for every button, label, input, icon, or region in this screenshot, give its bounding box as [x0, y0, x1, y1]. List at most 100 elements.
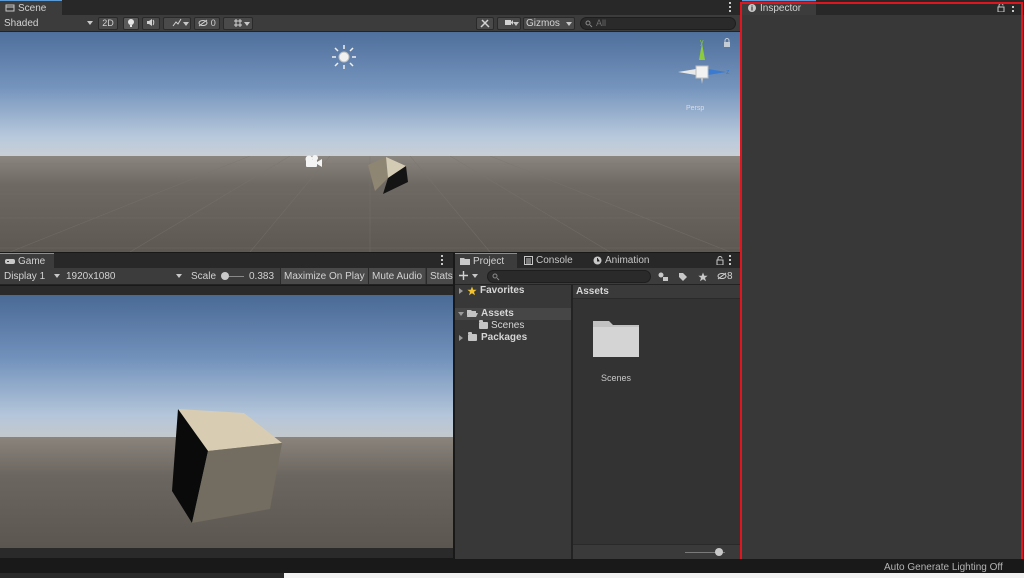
project-footer	[573, 544, 740, 559]
collapse-arrow-icon[interactable]	[458, 312, 464, 316]
effects-icon	[172, 18, 182, 27]
chevron-down-icon	[244, 22, 250, 26]
axis-y-label: y	[700, 39, 704, 46]
lighting-status-text[interactable]: Auto Generate Lighting Off	[884, 562, 1003, 573]
hidden-packages-toggle[interactable]: 8	[717, 268, 733, 285]
search-icon	[492, 273, 500, 281]
tab-project[interactable]: Project	[455, 253, 517, 268]
packages-label: Packages	[481, 332, 528, 343]
folder-icon	[460, 258, 470, 265]
chevron-down-icon	[183, 22, 189, 26]
status-progress-track	[0, 573, 284, 578]
tab-animation[interactable]: Animation	[588, 253, 668, 268]
folder-icon	[479, 320, 488, 329]
game-toolbar: Display 1 1920x1080 Scale 0.383 Maximize…	[0, 268, 453, 285]
tab-scene[interactable]: Scene	[0, 0, 62, 15]
asset-item-scenes[interactable]: Scenes	[588, 315, 644, 383]
audio-toggle[interactable]	[142, 17, 160, 30]
camera-dropdown[interactable]	[497, 17, 521, 30]
effects-dropdown[interactable]	[163, 17, 191, 30]
tab-console[interactable]: Console	[519, 253, 585, 268]
scale-slider-thumb[interactable]	[221, 272, 229, 280]
mode-2d-label: 2D	[102, 18, 114, 28]
tree-item-assets[interactable]: Assets	[455, 308, 571, 320]
status-strip	[284, 573, 1024, 578]
display-dropdown[interactable]: Display 1	[4, 268, 62, 284]
lightbulb-icon	[128, 19, 134, 27]
project-search-input[interactable]	[487, 270, 651, 283]
scene-visibility-toggle[interactable]: 0	[194, 17, 220, 30]
inspector-highlight-frame	[740, 2, 1023, 570]
eye-off-icon	[198, 19, 208, 27]
game-tab-bar: Game	[0, 253, 453, 268]
breadcrumb-assets[interactable]: Assets	[576, 285, 609, 299]
mute-audio-button[interactable]: Mute Audio	[368, 268, 426, 284]
search-icon	[585, 20, 593, 28]
mode-2d-button[interactable]: 2D	[98, 17, 118, 30]
scene-search-input[interactable]: All	[580, 17, 736, 30]
chevron-down-icon	[472, 274, 478, 278]
open-folder-icon	[467, 310, 478, 317]
project-folder-tree: Favorites Assets Scenes Packages	[455, 285, 571, 559]
speaker-icon	[147, 19, 155, 26]
gizmos-dropdown[interactable]: Gizmos	[523, 17, 575, 30]
project-tab-bar: Project Console Animation	[455, 253, 740, 268]
chevron-down-icon	[566, 22, 572, 26]
grid-snapping-dropdown[interactable]	[223, 17, 253, 30]
scale-label: Scale	[191, 271, 217, 282]
console-icon	[524, 256, 533, 265]
lock-icon[interactable]	[716, 256, 724, 265]
thumbnail-size-slider-thumb[interactable]	[715, 548, 723, 556]
maximize-on-play-button[interactable]: Maximize On Play	[280, 268, 368, 284]
tab-game-label: Game	[18, 256, 46, 267]
tab-console-label: Console	[536, 255, 573, 266]
shading-mode-dropdown[interactable]: Shaded	[4, 15, 94, 32]
filter-type-icon[interactable]	[658, 272, 669, 282]
asset-item-label: Scenes	[600, 373, 632, 383]
game-letterbox-top	[0, 286, 453, 295]
lighting-toggle[interactable]	[123, 17, 139, 30]
scene-icon	[5, 4, 15, 12]
expand-arrow-icon[interactable]	[459, 288, 463, 294]
scene-menu-kebab[interactable]	[729, 2, 732, 13]
chevron-down-icon	[54, 274, 60, 278]
game-menu-kebab[interactable]	[441, 255, 444, 266]
stats-button[interactable]: Stats	[426, 268, 453, 284]
resolution-dropdown[interactable]: 1920x1080	[66, 268, 186, 284]
tab-game[interactable]: Game	[0, 253, 54, 268]
axis-z-label: z	[726, 69, 730, 76]
label-tag-icon[interactable]	[678, 272, 688, 282]
project-menu-kebab[interactable]	[729, 255, 732, 266]
scene-toolbar: Shaded 2D 0 Gizmos All	[0, 15, 740, 32]
tools-button[interactable]	[476, 17, 494, 30]
grid-icon	[234, 19, 242, 27]
project-content-area: Assets Scenes	[573, 285, 740, 559]
camera-gizmo-icon[interactable]	[303, 153, 325, 169]
scenes-label: Scenes	[491, 320, 525, 331]
tab-animation-label: Animation	[605, 255, 650, 266]
display-label: Display 1	[4, 271, 46, 282]
scene-viewport[interactable]: y z Persp	[0, 32, 740, 252]
expand-arrow-icon[interactable]	[459, 335, 463, 341]
chevron-down-icon	[87, 21, 93, 25]
folder-icon	[593, 321, 639, 357]
cube-object[interactable]	[365, 154, 411, 196]
search-placeholder: All	[596, 18, 607, 28]
view-mode-label[interactable]: Persp	[686, 105, 704, 112]
folder-icon	[468, 332, 477, 341]
star-icon[interactable]	[698, 272, 708, 282]
assets-label: Assets	[481, 308, 514, 319]
eye-off-icon	[717, 272, 727, 280]
tree-item-favorites[interactable]: Favorites	[455, 285, 571, 297]
create-asset-dropdown[interactable]	[458, 269, 480, 283]
hidden-count-label: 0	[210, 18, 216, 28]
orientation-gizmo[interactable]: y z Persp	[674, 38, 736, 112]
directional-light-icon[interactable]	[330, 44, 358, 70]
game-viewport[interactable]	[0, 295, 453, 548]
game-cube-object	[172, 409, 282, 523]
tree-item-packages[interactable]: Packages	[455, 332, 571, 344]
status-bar: Auto Generate Lighting Off	[0, 559, 1024, 578]
lock-icon[interactable]	[722, 38, 732, 48]
shading-mode-label: Shaded	[4, 18, 39, 29]
tree-item-scenes[interactable]: Scenes	[455, 320, 571, 332]
